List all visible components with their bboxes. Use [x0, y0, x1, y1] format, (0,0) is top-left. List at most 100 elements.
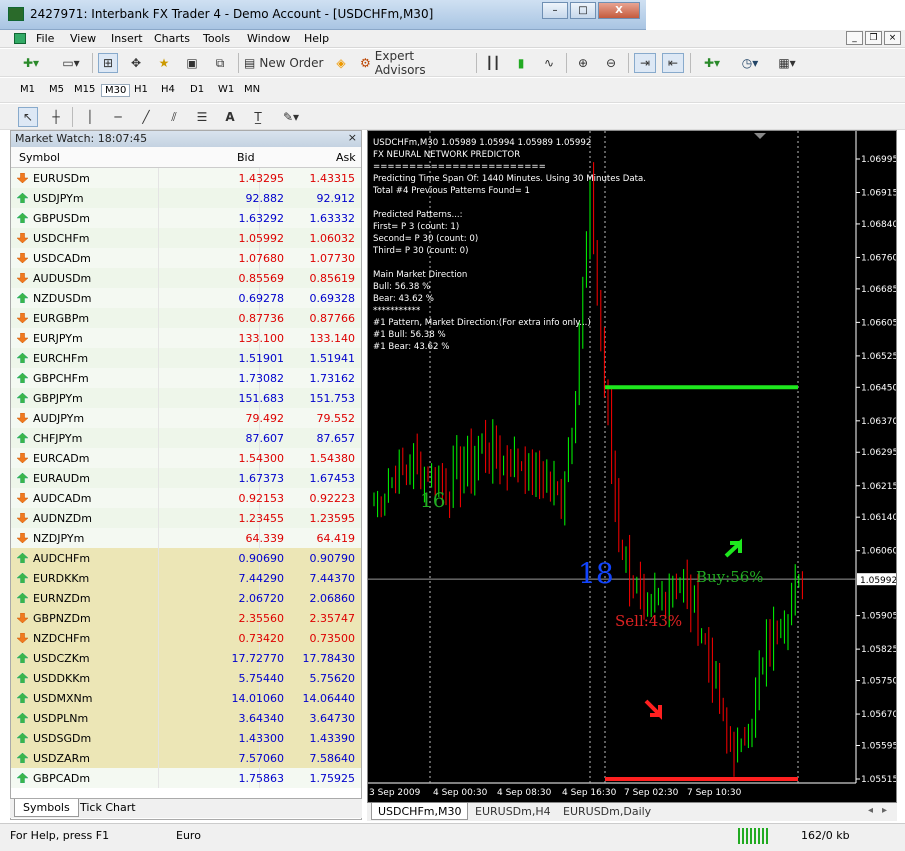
mdi-restore-button[interactable]: ❐: [865, 31, 882, 45]
table-row[interactable]: EURJPYm 133.100 133.140: [11, 328, 361, 348]
chart-tab-usdchf-m30[interactable]: USDCHFm,M30: [371, 803, 469, 820]
tf-m5[interactable]: M5: [49, 84, 64, 95]
minimize-button[interactable]: –: [542, 2, 568, 19]
market-watch-toggle[interactable]: ⊞: [98, 53, 118, 73]
navigator-icon[interactable]: ✥: [126, 53, 146, 73]
table-row[interactable]: USDDKKm 5.75440 5.75620: [11, 668, 361, 688]
table-row[interactable]: AUDUSDm 0.85569 0.85619: [11, 268, 361, 288]
line-chart-icon[interactable]: ∿: [538, 53, 560, 73]
tf-mn[interactable]: MN: [244, 84, 260, 95]
menu-help[interactable]: Help: [304, 32, 329, 45]
col-symbol[interactable]: Symbol: [19, 151, 60, 164]
menu-view[interactable]: View: [70, 32, 96, 45]
tf-m15[interactable]: M15: [74, 84, 95, 95]
tab-symbols[interactable]: Symbols: [14, 799, 79, 817]
table-row[interactable]: EURNZDm 2.06720 2.06860: [11, 588, 361, 608]
table-row[interactable]: EURGBPm 0.87736 0.87766: [11, 308, 361, 328]
bid-price: 79.492: [245, 412, 285, 425]
table-row[interactable]: EURDKKm 7.44290 7.44370: [11, 568, 361, 588]
table-row[interactable]: USDCZKm 17.72770 17.78430: [11, 648, 361, 668]
chart-shift-icon[interactable]: ⇤: [662, 53, 684, 73]
table-row[interactable]: USDSGDm 1.43300 1.43390: [11, 728, 361, 748]
indicators-icon[interactable]: ✚▾: [696, 53, 728, 73]
tf-w1[interactable]: W1: [218, 84, 234, 95]
tf-h1[interactable]: H1: [134, 84, 148, 95]
bid-price: 1.43295: [238, 172, 285, 185]
maximize-button[interactable]: □: [570, 2, 596, 19]
mdi-close-button[interactable]: ×: [884, 31, 901, 45]
zoom-in-icon[interactable]: ⊕: [572, 53, 594, 73]
table-row[interactable]: USDZARm 7.57060 7.58640: [11, 748, 361, 768]
table-row[interactable]: USDPLNm 3.64340 3.64730: [11, 708, 361, 728]
chart-tab-eurusd-h4[interactable]: EURUSDm,H4: [469, 803, 557, 820]
table-row[interactable]: GBPCHFm 1.73082 1.73162: [11, 368, 361, 388]
menu-tools[interactable]: Tools: [203, 32, 230, 45]
tab-scroll-right-icon[interactable]: ▸: [882, 805, 887, 816]
vertical-line-icon[interactable]: │: [80, 107, 100, 127]
col-bid[interactable]: Bid: [237, 151, 255, 164]
table-row[interactable]: USDMXNm 14.01060 14.06440: [11, 688, 361, 708]
text-label-icon[interactable]: T̲: [248, 107, 268, 127]
chart-tab-eurusd-daily[interactable]: EURUSDm,Daily: [557, 803, 657, 820]
table-row[interactable]: CHFJPYm 87.607 87.657: [11, 428, 361, 448]
channel-icon[interactable]: ⫽: [164, 107, 184, 127]
trendline-icon[interactable]: ╱: [136, 107, 156, 127]
menu-charts[interactable]: Charts: [154, 32, 190, 45]
table-row[interactable]: AUDNZDm 1.23455 1.23595: [11, 508, 361, 528]
table-row[interactable]: USDCADm 1.07680 1.07730: [11, 248, 361, 268]
new-chart-button[interactable]: ✚▾: [14, 53, 48, 73]
timeframes-toolbar: M1 M5 M15 M30 H1 H4 D1 W1 MN: [0, 78, 905, 103]
table-row[interactable]: EURUSDm 1.43295 1.43315: [11, 168, 361, 188]
table-row[interactable]: AUDJPYm 79.492 79.552: [11, 408, 361, 428]
text-icon[interactable]: A: [220, 107, 240, 127]
table-row[interactable]: GBPNZDm 2.35560 2.35747: [11, 608, 361, 628]
close-button[interactable]: X: [598, 2, 640, 19]
menu-window[interactable]: Window: [247, 32, 290, 45]
periods-icon[interactable]: ◷▾: [734, 53, 766, 73]
menu-file[interactable]: File: [36, 32, 54, 45]
candlestick-icon[interactable]: ▮: [510, 53, 532, 73]
table-row[interactable]: GBPCADm 1.75863 1.75925: [11, 768, 361, 788]
table-row[interactable]: NZDCHFm 0.73420 0.73500: [11, 628, 361, 648]
zoom-out-icon[interactable]: ⊖: [600, 53, 622, 73]
table-row[interactable]: NZDJPYm 64.339 64.419: [11, 528, 361, 548]
autotrading-icon[interactable]: ◈: [332, 53, 350, 73]
horizontal-line-icon[interactable]: ─: [108, 107, 128, 127]
tf-m1[interactable]: M1: [20, 84, 35, 95]
tf-m30[interactable]: M30: [101, 84, 131, 97]
table-row[interactable]: AUDCHFm 0.90690 0.90790: [11, 548, 361, 568]
table-row[interactable]: NZDUSDm 0.69278 0.69328: [11, 288, 361, 308]
chart-window[interactable]: 1.06995 1.06915 1.06840 1.06760 1.06685 1.066…: [367, 130, 897, 803]
table-row[interactable]: EURCADm 1.54300 1.54380: [11, 448, 361, 468]
expert-advisors-button[interactable]: ⚙ Expert Advisors: [360, 49, 468, 77]
menu-insert[interactable]: Insert: [111, 32, 143, 45]
profiles-button[interactable]: ▭▾: [54, 53, 88, 73]
tf-d1[interactable]: D1: [190, 84, 204, 95]
tab-tick-chart[interactable]: Tick Chart: [72, 799, 144, 817]
mdi-minimize-button[interactable]: _: [846, 31, 863, 45]
autoscroll-icon[interactable]: ⇥: [634, 53, 656, 73]
col-ask[interactable]: Ask: [336, 151, 356, 164]
table-row[interactable]: EURCHFm 1.51901 1.51941: [11, 348, 361, 368]
table-row[interactable]: USDJPYm 92.882 92.912: [11, 188, 361, 208]
fibonacci-icon[interactable]: ☰: [192, 107, 212, 127]
new-order-button[interactable]: ▤ New Order: [244, 53, 329, 73]
symbol-name: EURCHFm: [33, 352, 89, 365]
favorites-icon[interactable]: ★: [154, 53, 174, 73]
tf-h4[interactable]: H4: [161, 84, 175, 95]
market-watch-close-button[interactable]: ×: [348, 131, 357, 144]
table-row[interactable]: GBPUSDm 1.63292 1.63332: [11, 208, 361, 228]
strategy-tester-icon[interactable]: ⧉: [210, 53, 230, 73]
terminal-icon[interactable]: ▣: [182, 53, 202, 73]
templates-icon[interactable]: ▦▾: [770, 53, 804, 73]
price-chart[interactable]: 1.06995 1.06915 1.06840 1.06760 1.06685 1.066…: [368, 131, 896, 802]
table-row[interactable]: EURAUDm 1.67373 1.67453: [11, 468, 361, 488]
bar-chart-icon[interactable]: ┃┃: [482, 53, 504, 73]
arrows-icon[interactable]: ✎▾: [276, 107, 306, 127]
tab-scroll-left-icon[interactable]: ◂: [868, 805, 873, 816]
table-row[interactable]: GBPJPYm 151.683 151.753: [11, 388, 361, 408]
cursor-icon[interactable]: ↖: [18, 107, 38, 127]
table-row[interactable]: AUDCADm 0.92153 0.92223: [11, 488, 361, 508]
crosshair-icon[interactable]: ┼: [46, 107, 66, 127]
table-row[interactable]: USDCHFm 1.05992 1.06032: [11, 228, 361, 248]
